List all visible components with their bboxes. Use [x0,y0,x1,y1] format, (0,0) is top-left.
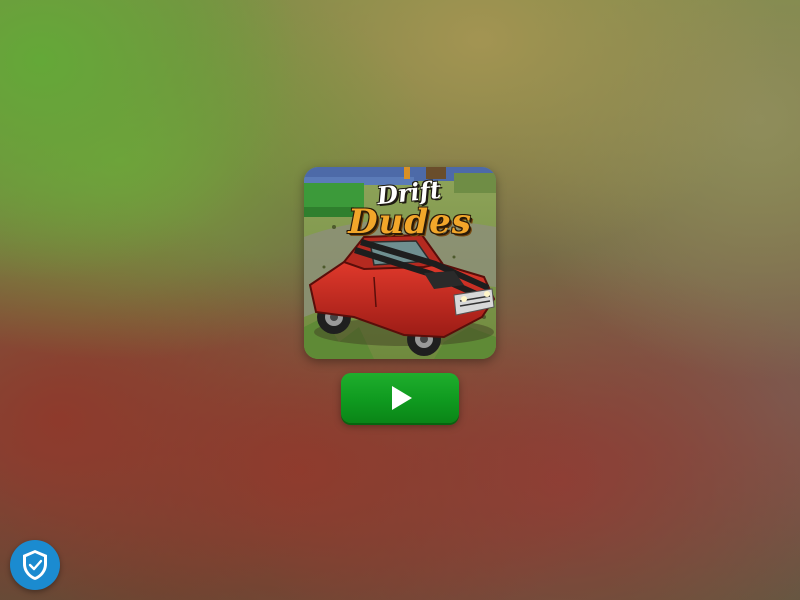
play-icon [392,386,412,410]
play-button[interactable] [341,373,459,423]
shield-check-icon [23,550,47,580]
thumbnail-artwork [304,167,496,359]
game-splash-screen: Drift Dudes [0,0,800,600]
privacy-shield-button[interactable] [10,540,60,590]
game-thumbnail: Drift Dudes [304,167,496,359]
